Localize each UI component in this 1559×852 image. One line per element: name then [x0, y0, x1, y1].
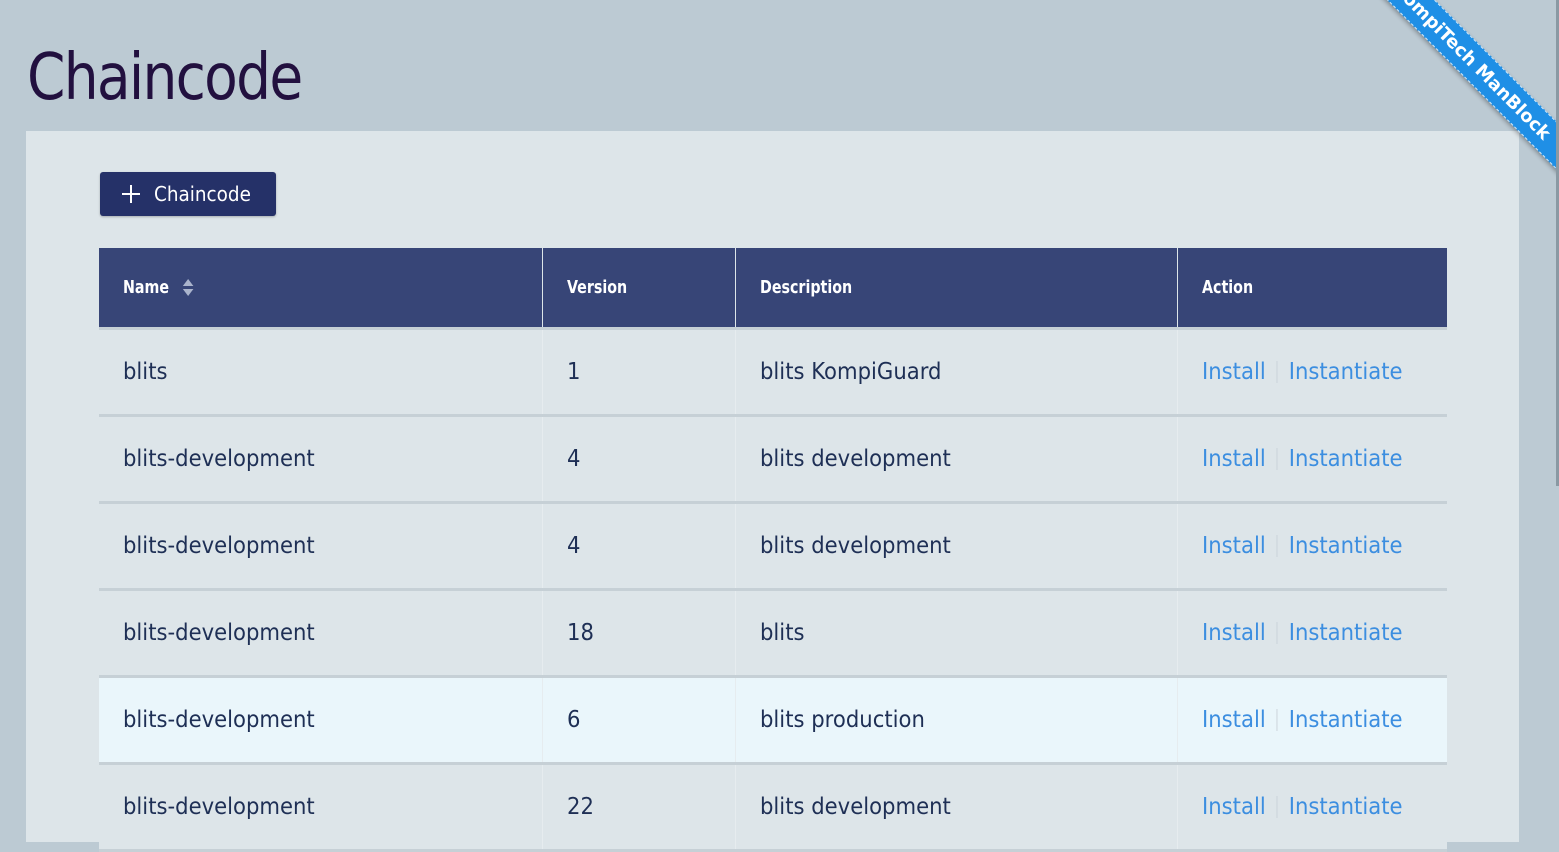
table-row[interactable]: blits-development 4 blits development Insta…: [99, 415, 1447, 504]
instantiate-link[interactable]: Instantiate: [1288, 707, 1402, 733]
instantiate-link[interactable]: Instantiate: [1288, 620, 1402, 646]
install-link[interactable]: Install: [1202, 620, 1266, 646]
install-link[interactable]: Install: [1202, 533, 1266, 559]
corner-ribbon: KompiTech ManBlock: [1359, 0, 1559, 200]
column-header-label: Action: [1201, 276, 1253, 298]
action-divider: [1276, 622, 1278, 644]
ribbon-text: KompiTech ManBlock: [1389, 0, 1555, 144]
table-row[interactable]: blits-development 6 blits production Instal…: [99, 676, 1447, 765]
column-header-label: Description: [759, 276, 852, 298]
instantiate-link[interactable]: Instantiate: [1288, 794, 1402, 820]
action-divider: [1276, 709, 1278, 731]
table-row[interactable]: blits-development 18 blits Install Instantia…: [99, 589, 1447, 678]
cell-actions: Install Instantiate: [1176, 676, 1447, 765]
plus-icon: [122, 185, 140, 203]
page-title: Chaincode: [27, 41, 303, 115]
cell-version: 18: [541, 589, 735, 678]
instantiate-link[interactable]: Instantiate: [1288, 359, 1402, 385]
action-divider: [1276, 361, 1278, 383]
chaincode-table: Name Version Description Action blits 1 …: [99, 248, 1447, 852]
table-header-row: Name Version Description Action: [99, 248, 1447, 330]
install-link[interactable]: Install: [1202, 794, 1266, 820]
install-link[interactable]: Install: [1202, 359, 1266, 385]
cell-name: blits-development: [99, 763, 542, 852]
cell-actions: Install Instantiate: [1176, 328, 1447, 417]
column-header-version: Version: [541, 248, 735, 330]
cell-version: 22: [541, 763, 735, 852]
cell-actions: Install Instantiate: [1176, 415, 1447, 504]
instantiate-link[interactable]: Instantiate: [1288, 533, 1402, 559]
cell-name: blits: [99, 328, 542, 417]
cell-version: 1: [541, 328, 735, 417]
cell-version: 4: [541, 415, 735, 504]
cell-actions: Install Instantiate: [1176, 502, 1447, 591]
table-row[interactable]: blits-development 4 blits development Insta…: [99, 502, 1447, 591]
cell-description: blits development: [734, 763, 1177, 852]
column-header-label: Name: [123, 276, 170, 298]
action-divider: [1276, 535, 1278, 557]
content-panel: Chaincode Name Version Description Actio…: [26, 131, 1519, 852]
sort-icon[interactable]: [183, 278, 194, 296]
cell-version: 6: [541, 676, 735, 765]
cell-description: blits: [734, 589, 1177, 678]
instantiate-link[interactable]: Instantiate: [1288, 446, 1402, 472]
cell-description: blits production: [734, 676, 1177, 765]
add-chaincode-button-label: Chaincode: [154, 182, 251, 206]
add-chaincode-button[interactable]: Chaincode: [100, 172, 276, 216]
cell-version: 4: [541, 502, 735, 591]
cell-description: blits development: [734, 415, 1177, 504]
column-header-action: Action: [1176, 248, 1447, 330]
cell-name: blits-development: [99, 415, 542, 504]
cell-actions: Install Instantiate: [1176, 589, 1447, 678]
cell-actions: Install Instantiate: [1176, 763, 1447, 852]
action-divider: [1276, 448, 1278, 470]
install-link[interactable]: Install: [1202, 446, 1266, 472]
table-row[interactable]: blits-development 22 blits development Inst…: [99, 763, 1447, 852]
cell-name: blits-development: [99, 502, 542, 591]
cell-description: blits development: [734, 502, 1177, 591]
install-link[interactable]: Install: [1202, 707, 1266, 733]
column-header-label: Version: [566, 276, 627, 298]
table-row[interactable]: blits 1 blits KompiGuard Install Instantiate: [99, 328, 1447, 417]
cell-name: blits-development: [99, 676, 542, 765]
column-header-description: Description: [734, 248, 1177, 330]
cell-description: blits KompiGuard: [734, 328, 1177, 417]
action-divider: [1276, 796, 1278, 818]
cell-name: blits-development: [99, 589, 542, 678]
column-header-name[interactable]: Name: [99, 248, 542, 330]
